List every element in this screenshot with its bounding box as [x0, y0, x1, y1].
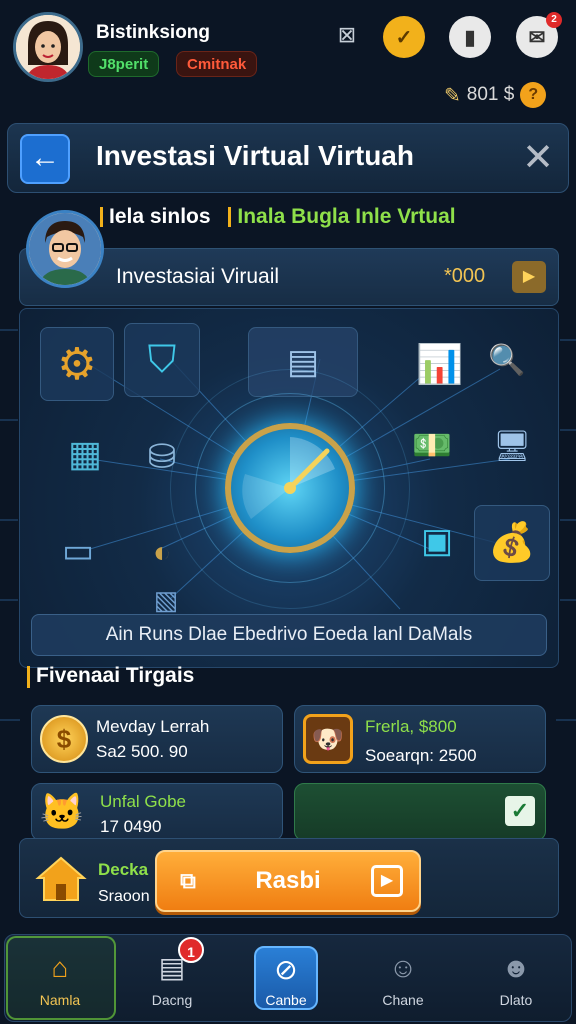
- search-tile: 🔍: [482, 335, 532, 385]
- bar-mark: [228, 207, 232, 228]
- wand-small-icon: ✎: [444, 84, 461, 107]
- card-value: Sa2 500. 90: [96, 742, 188, 761]
- primary-cta-button[interactable]: Rasbi ⧉ ▶: [155, 850, 421, 912]
- home-icon: ⌂: [51, 952, 69, 983]
- magnifier-icon: 🔍: [488, 343, 526, 377]
- page-title: Investasi Virtual Virtuah: [96, 140, 414, 171]
- back-button[interactable]: ←: [20, 134, 70, 184]
- card-unfal[interactable]: 🐱 Unfal Gobe 17 0490: [31, 783, 283, 841]
- user-icon: ☺: [388, 952, 418, 983]
- money-bag-icon: 💰: [488, 522, 536, 564]
- guide-text-green: Inala Bugla Inle Vrtual: [237, 205, 456, 228]
- book-button[interactable]: ▮: [449, 16, 491, 58]
- nav-label: Chane: [382, 992, 424, 1008]
- coin-arrow-icon: ◐: [152, 536, 172, 569]
- folder-tile: ▧: [140, 583, 192, 617]
- money-tile: 💰: [474, 505, 550, 581]
- nav-item-compass[interactable]: ⊘ Canbe: [238, 936, 334, 1024]
- section-mark: [27, 666, 30, 688]
- server-icon: ▦: [67, 433, 102, 474]
- growth-chart-icon: 📊: [416, 344, 464, 386]
- book-icon: ▮: [464, 26, 476, 49]
- coin-icon[interactable]: ?: [520, 82, 547, 108]
- play-button[interactable]: ▶: [512, 261, 546, 293]
- action-title: Decka: [98, 860, 149, 879]
- status-badge-red: Cmitnak: [176, 51, 258, 77]
- balance-text: 801 $: [466, 84, 515, 105]
- blocks-tile: ▣: [398, 505, 476, 577]
- user-avatar[interactable]: [13, 12, 83, 82]
- ticket-icon: ⧉: [180, 868, 196, 893]
- notification-badge: 2: [546, 12, 562, 28]
- wand-button[interactable]: ✓: [383, 16, 425, 58]
- blocks-icon: ▣: [420, 522, 454, 560]
- cash-icon: 💵: [412, 427, 452, 463]
- nav-item-calendar[interactable]: ▤ Dacng: [124, 936, 220, 1024]
- card-friday[interactable]: 🐶 Frerla, $800 Soearqn: 2500: [294, 705, 546, 773]
- balance-display: ✎ 801 $ ?: [444, 82, 547, 108]
- card-value: 17 0490: [100, 817, 162, 836]
- invest-label: Investasiai Viruail: [116, 265, 280, 288]
- wand-icon: ✓: [395, 26, 413, 49]
- section-title: Fivenaai Tirgais: [36, 664, 195, 687]
- growth-tile: 📊: [404, 329, 476, 401]
- bar-mark: [100, 207, 103, 228]
- guide-message: Iela sinlos Inala Bugla Inle Vrtual: [100, 205, 456, 229]
- cat-icon: 🐱: [39, 791, 85, 832]
- guide-avatar: [26, 210, 104, 288]
- server-tile: ▦: [50, 419, 120, 489]
- nav-label: Dacng: [151, 992, 193, 1008]
- play-icon: ▶: [371, 865, 403, 897]
- info-caption: Ain Runs Dlae Ebedrivo Eoeda lanl DaMals: [31, 614, 547, 656]
- nav-item-group[interactable]: ☻ Dlato: [468, 936, 564, 1024]
- pet-frame-icon: 🐶: [303, 714, 353, 764]
- group-icon: ☻: [501, 952, 531, 983]
- stack-tile: ▭: [42, 521, 114, 581]
- nav-label: Dlato: [499, 992, 533, 1008]
- dismiss-icon[interactable]: ⊠: [334, 22, 360, 48]
- checkbox-checked[interactable]: ✓: [505, 796, 535, 826]
- nav-label: Namla: [39, 992, 81, 1008]
- settings-tile: ⚙: [40, 327, 114, 401]
- invest-amount: *000: [444, 265, 486, 287]
- monitor-tile: 🖥: [482, 421, 542, 471]
- nav-label: Canbe: [265, 992, 307, 1008]
- investment-dial[interactable]: [225, 423, 355, 553]
- status-badge-green: J8perit: [88, 51, 160, 77]
- close-button[interactable]: ✕: [516, 136, 560, 180]
- card-value: Soearqn: 2500: [365, 746, 477, 765]
- gear-icon: ⚙: [57, 339, 97, 389]
- top-bar: Bistinksiong J8perit Cmitnak ⊠ ✓ ▮ ✉ 2 ✎…: [0, 0, 576, 118]
- stack-icon: ▭: [61, 532, 95, 570]
- card-title: Frerla, $800: [365, 717, 457, 736]
- chat-icon: ✉: [528, 26, 546, 49]
- username: Bistinksiong: [96, 22, 211, 43]
- security-tile: ⛉: [124, 323, 200, 397]
- dollar-coin-icon: $: [40, 715, 88, 763]
- house-icon: [35, 856, 87, 901]
- nav-badge: 1: [178, 937, 204, 963]
- card-monday[interactable]: $ Mevday Lerrah Sa2 500. 90: [31, 705, 283, 773]
- page-header: ← Investasi Virtual Virtuah ✕: [7, 123, 569, 193]
- shield-icon: ⛉: [147, 338, 177, 381]
- card-title: Mevday Lerrah: [96, 717, 210, 736]
- card-title: Unfal Gobe: [100, 792, 186, 811]
- monitor-icon: 🖥: [492, 429, 532, 463]
- nav-item-user[interactable]: ☺ Chane: [355, 936, 451, 1024]
- folder-icon: ▧: [153, 584, 179, 615]
- nav-item-home[interactable]: ⌂ Namla: [12, 936, 108, 1024]
- guide-text-white: Iela sinlos: [109, 205, 211, 228]
- compass-icon: ⊘: [274, 954, 298, 985]
- action-subtitle: Sraoon: [98, 888, 150, 905]
